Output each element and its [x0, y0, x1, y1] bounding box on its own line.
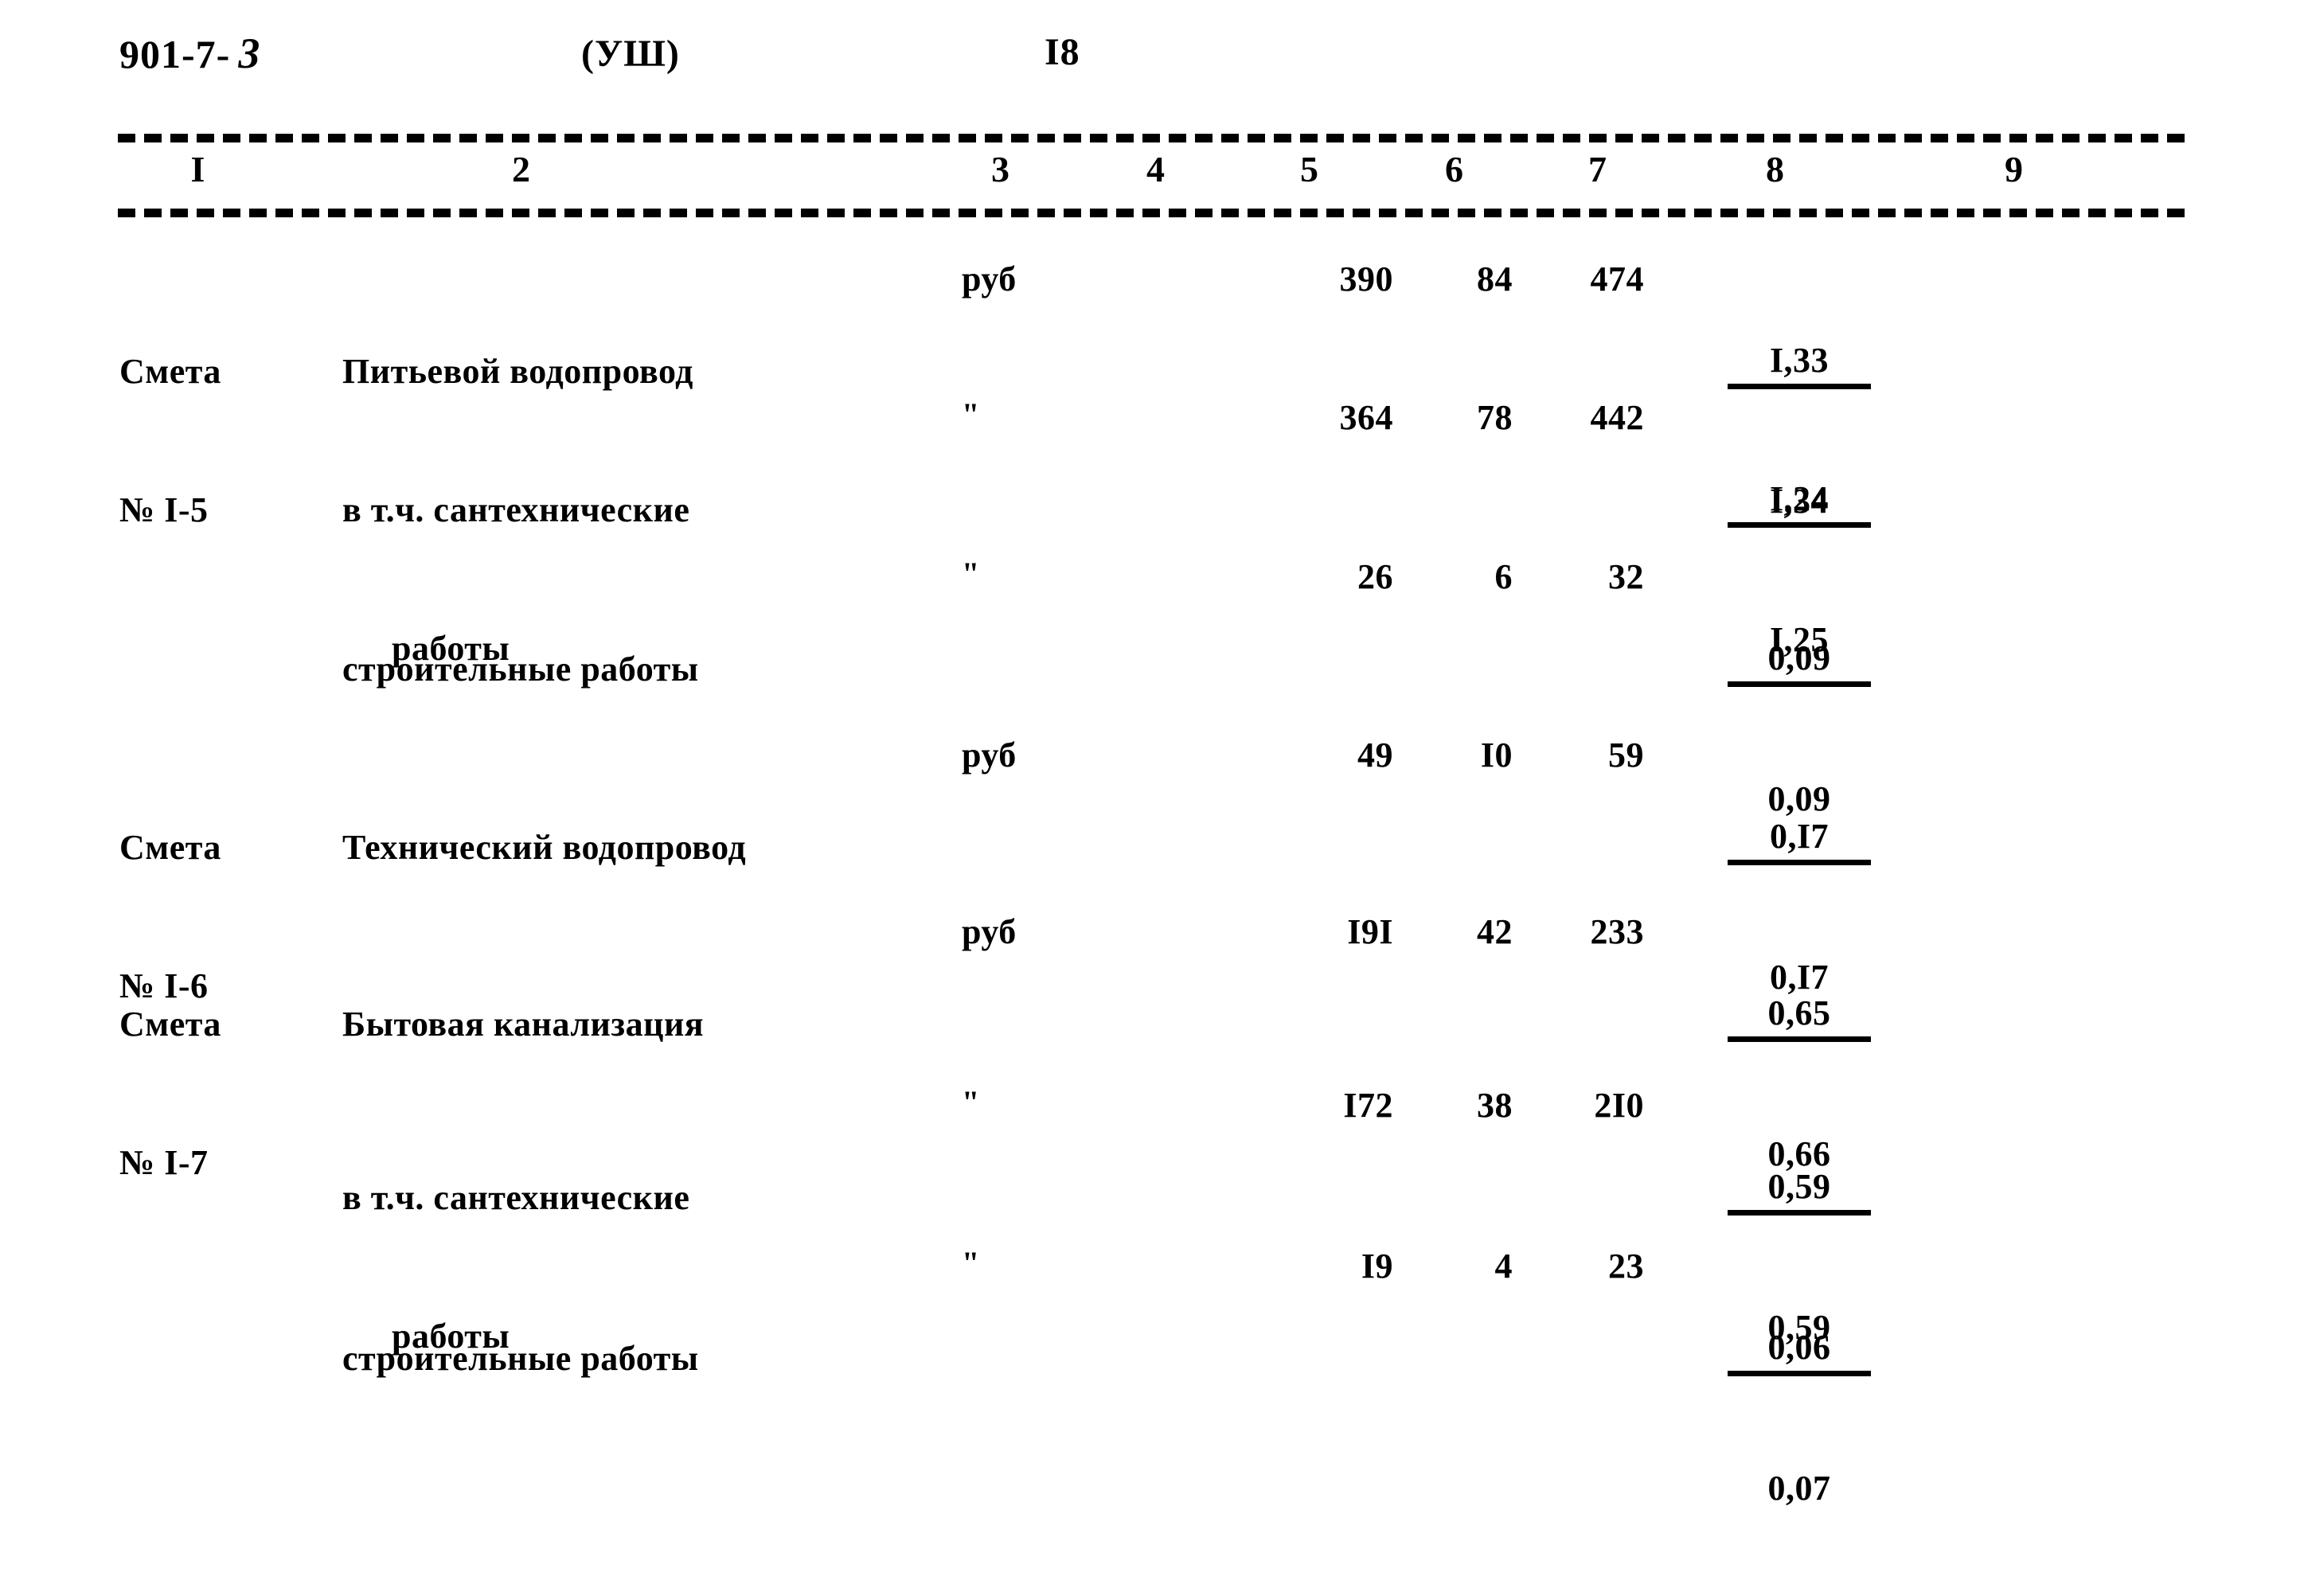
table-row: строительные работы " I9 4 23 0,06 0,07: [0, 1243, 2304, 1508]
unit-of-measure: ": [962, 1245, 980, 1281]
table-row: в т.ч. сантехнические работы " I72 38 2I…: [0, 1083, 2304, 1356]
document-series-label: (УШ): [581, 33, 680, 75]
value-col6: 84: [1477, 259, 1513, 299]
estimate-reference-line1: Смета: [119, 828, 221, 867]
work-name-line1: строительные работы: [342, 650, 699, 689]
value-col5: 390: [1339, 259, 1393, 299]
unit-of-measure: руб: [962, 259, 1017, 299]
column-number-9: 9: [2005, 149, 2024, 189]
value-col5: I9I: [1347, 912, 1393, 951]
value-col5: I72: [1343, 1086, 1393, 1125]
document-header: 901-7- 3 (УШ) I8: [0, 24, 2304, 96]
value-col8-denominator: 0,07: [1767, 1469, 1831, 1508]
value-col7: 59: [1608, 736, 1644, 775]
document-code-handwritten: 3: [238, 29, 261, 77]
value-col8-numerator: 0,65: [1728, 992, 1871, 1042]
table-row: Смета № I-6 Технический водопровод руб 4…: [0, 732, 2304, 1005]
estimate-reference-line1: Смета: [119, 1005, 221, 1044]
document-code-printed: 901-7-: [119, 32, 231, 76]
value-col7: 23: [1608, 1247, 1644, 1286]
work-name: строительные работы: [342, 1243, 699, 1474]
table-row: Смета № I-7 Бытовая канализация руб I9I …: [0, 909, 2304, 1182]
work-name-line1: строительные работы: [342, 1339, 699, 1378]
value-col7: 2I0: [1594, 1086, 1644, 1125]
table-row: строительные работы " 26 6 32 0,09 0,09: [0, 554, 2304, 818]
column-number-1: I: [190, 149, 206, 189]
work-name-line1: в т.ч. сантехнические: [342, 490, 690, 529]
unit-of-measure: ": [962, 396, 980, 432]
value-col6: I0: [1480, 736, 1513, 775]
column-number-5: 5: [1300, 149, 1319, 189]
value-col7: 442: [1590, 398, 1644, 437]
unit-of-measure: ": [962, 556, 980, 591]
work-name-line1: в т.ч. сантехнические: [342, 1178, 690, 1217]
document-page: 901-7- 3 (УШ) I8 I 2 3 4 5 6 7 8 9 Смета …: [0, 0, 2304, 1508]
table-rule-top: [118, 134, 2185, 142]
column-number-2: 2: [512, 149, 531, 189]
column-number-8: 8: [1766, 149, 1785, 189]
value-col5: I9: [1361, 1247, 1393, 1286]
column-number-4: 4: [1146, 149, 1166, 189]
column-number-3: 3: [991, 149, 1010, 189]
work-name-line1: Бытовая канализация: [342, 1005, 705, 1044]
column-number-6: 6: [1445, 149, 1464, 189]
work-name-line1: Питьевой водопровод: [342, 352, 693, 391]
value-col8-numerator: 0,I7: [1728, 815, 1871, 865]
value-col7: 32: [1608, 557, 1644, 596]
value-col8-numerator: 0,09: [1728, 637, 1871, 687]
table-column-numbers: I 2 3 4 5 6 7 8 9: [0, 148, 2304, 204]
table-rule-bottom: [118, 209, 2185, 217]
unit-of-measure: руб: [962, 736, 1017, 775]
value-col8-numerator: 0,06: [1728, 1326, 1871, 1376]
value-col6: 4: [1494, 1247, 1513, 1286]
unit-of-measure: руб: [962, 912, 1017, 951]
value-col5: 26: [1357, 557, 1393, 596]
value-col8-numerator: I,33: [1728, 339, 1871, 389]
value-col5: 49: [1357, 736, 1393, 775]
value-col7: 474: [1590, 259, 1644, 299]
page-number: I8: [1045, 31, 1080, 73]
value-col5: 364: [1339, 398, 1393, 437]
value-col8-numerator: 0,59: [1728, 1165, 1871, 1216]
value-col7: 233: [1590, 912, 1644, 951]
table-row: Смета № I-5 Питьевой водопровод руб 390 …: [0, 239, 2304, 529]
value-col6: 38: [1477, 1086, 1513, 1125]
work-name-line1: Технический водопровод: [342, 828, 747, 867]
document-code: 901-7- 3: [119, 29, 260, 78]
estimate-table: Смета № I-5 Питьевой водопровод руб 390 …: [0, 239, 2304, 1508]
value-col8-fraction: 0,06 0,07: [1728, 1240, 1871, 1596]
value-col8-numerator: I,24: [1728, 478, 1871, 528]
value-col6: 42: [1477, 912, 1513, 951]
estimate-reference-line1: Смета: [119, 352, 221, 391]
value-col6: 78: [1477, 398, 1513, 437]
column-number-7: 7: [1588, 149, 1607, 189]
unit-of-measure: ": [962, 1084, 980, 1120]
table-row: в т.ч. сантехнические работы " 364 78 44…: [0, 395, 2304, 668]
value-col6: 6: [1494, 557, 1513, 596]
